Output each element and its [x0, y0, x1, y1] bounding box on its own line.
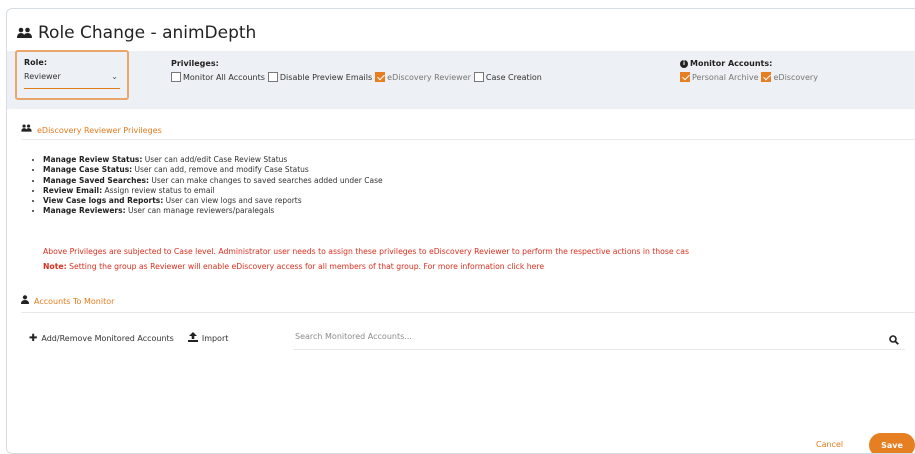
list-item: View Case logs and Reports: User can vie…	[43, 196, 383, 206]
monitor-all-accounts-checkbox[interactable]	[171, 72, 181, 82]
list-item: Manage Case Status: User can add, remove…	[43, 165, 383, 175]
list-item: Review Email: Assign review status to em…	[43, 186, 383, 196]
add-remove-monitored-accounts-button[interactable]: ✚ Add/Remove Monitored Accounts	[29, 333, 174, 344]
import-label: Import	[201, 334, 229, 343]
privilege-name: Review Email:	[43, 185, 103, 195]
search-icon[interactable]	[889, 330, 899, 349]
privilege-monitor-all-accounts[interactable]: Monitor All Accounts	[171, 72, 265, 82]
privilege-option-label: eDiscovery Reviewer	[387, 72, 471, 82]
ediscovery-section-title: eDiscovery Reviewer Privileges	[21, 124, 162, 136]
role-select-value: Reviewer	[24, 72, 61, 81]
role-select[interactable]: Reviewer ⌄	[24, 72, 120, 89]
privilege-disable-preview-emails[interactable]: Disable Preview Emails	[267, 72, 373, 82]
privilege-name: Manage Saved Searches:	[43, 175, 149, 185]
ediscovery-privilege-list: Manage Review Status: User can add/edit …	[27, 155, 383, 217]
import-button[interactable]: Import	[187, 332, 229, 345]
users-icon	[21, 124, 32, 136]
privileges-options: Monitor All Accounts Disable Preview Ema…	[171, 72, 545, 82]
ediscovery-section-title-text: eDiscovery Reviewer Privileges	[37, 125, 162, 135]
info-icon[interactable]: i	[680, 59, 688, 68]
note-text[interactable]: Setting the group as Reviewer will enabl…	[67, 262, 544, 271]
privilege-name: Manage Reviewers:	[43, 206, 126, 216]
monitor-option-label: eDiscovery	[773, 72, 818, 82]
role-label: Role:	[24, 58, 48, 67]
accounts-toolbar: ✚ Add/Remove Monitored Accounts Import	[29, 332, 242, 345]
privilege-desc: User can manage reviewers/paralegals	[125, 206, 275, 216]
privilege-name: View Case logs and Reports:	[43, 196, 164, 206]
ediscovery-checkbox[interactable]	[761, 72, 772, 82]
privilege-desc: User can add/edit Case Review Status	[142, 155, 288, 164]
section-divider	[21, 139, 915, 140]
ediscovery-reviewer-checkbox[interactable]	[375, 72, 386, 82]
monitor-accounts-label: i Monitor Accounts:	[680, 59, 772, 68]
privilege-case-creation[interactable]: Case Creation	[473, 72, 542, 82]
cancel-button[interactable]: Cancel	[816, 440, 843, 449]
user-icon	[21, 295, 29, 307]
monitor-ediscovery[interactable]: eDiscovery	[761, 72, 818, 82]
privilege-ediscovery-reviewer[interactable]: eDiscovery Reviewer	[375, 72, 471, 82]
privilege-desc: User can make changes to saved searches …	[149, 175, 383, 185]
monitor-accounts-label-text: Monitor Accounts:	[690, 59, 773, 68]
note-label: Note:	[43, 262, 67, 271]
reviewer-group-note: Note: Setting the group as Reviewer will…	[43, 262, 544, 271]
monitor-accounts-options: Personal Archive eDiscovery	[680, 72, 821, 82]
privilege-name: Manage Review Status:	[43, 155, 143, 164]
add-remove-label: Add/Remove Monitored Accounts	[41, 334, 174, 343]
list-item: Manage Reviewers: User can manage review…	[43, 206, 383, 216]
list-item: Manage Review Status: User can add/edit …	[43, 155, 383, 165]
privileges-label: Privileges:	[171, 59, 219, 68]
case-level-notice: Above Privileges are subjected to Case l…	[43, 247, 690, 256]
case-creation-checkbox[interactable]	[473, 72, 484, 82]
disable-preview-emails-checkbox[interactable]	[267, 72, 278, 82]
section-divider	[21, 312, 915, 313]
privilege-desc: User can add, remove and modify Case Sta…	[132, 165, 309, 175]
list-item: Manage Saved Searches: User can make cha…	[43, 176, 383, 186]
role-change-dialog: Role Change - animDepth Role: Reviewer ⌄…	[6, 8, 915, 454]
upload-icon	[187, 332, 198, 345]
plus-icon: ✚	[29, 333, 38, 344]
monitor-personal-archive[interactable]: Personal Archive	[680, 72, 758, 82]
dialog-title: Role Change - animDepth	[17, 21, 256, 45]
personal-archive-checkbox[interactable]	[680, 72, 690, 82]
role-field[interactable]: Role: Reviewer ⌄	[15, 50, 129, 100]
accounts-section-title-text: Accounts To Monitor	[34, 296, 115, 306]
accounts-section-title: Accounts To Monitor	[21, 295, 114, 307]
privilege-name: Manage Case Status:	[43, 165, 133, 175]
users-icon	[17, 27, 32, 40]
search-monitored-accounts-input[interactable]: Search Monitored Accounts...	[293, 327, 905, 350]
privilege-desc: Assign review status to email	[102, 185, 215, 195]
privilege-desc: User can view logs and save reports	[163, 196, 302, 206]
dialog-title-text: Role Change - animDepth	[38, 23, 257, 43]
privilege-option-label: Disable Preview Emails	[279, 72, 373, 82]
save-button[interactable]: Save	[869, 433, 915, 453]
chevron-down-icon: ⌄	[111, 72, 118, 81]
privilege-option-label: Monitor All Accounts	[183, 72, 265, 82]
privilege-option-label: Case Creation	[485, 72, 542, 82]
search-placeholder: Search Monitored Accounts...	[295, 332, 412, 341]
monitor-option-label: Personal Archive	[692, 72, 759, 82]
